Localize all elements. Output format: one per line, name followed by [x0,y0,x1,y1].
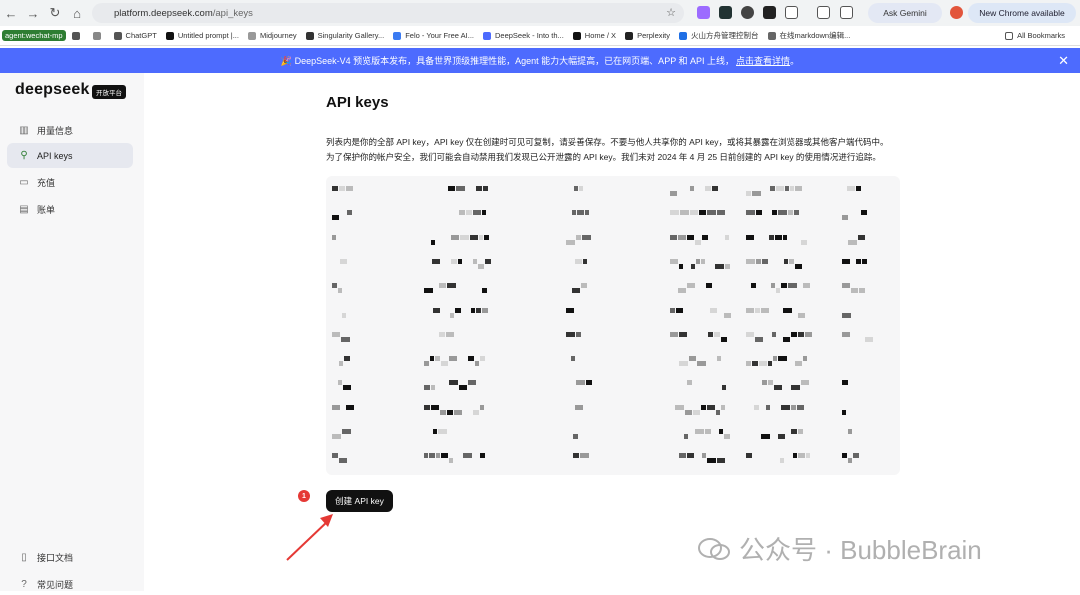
wechat-icon [698,537,730,560]
watermark-text: 公众号 · BubbleBrain [739,535,982,565]
pointer-arrow-icon [286,514,333,561]
create-api-key-button[interactable]: 创建 API key [326,490,393,512]
wechat-watermark: 公众号 · BubbleBrain [697,530,982,567]
